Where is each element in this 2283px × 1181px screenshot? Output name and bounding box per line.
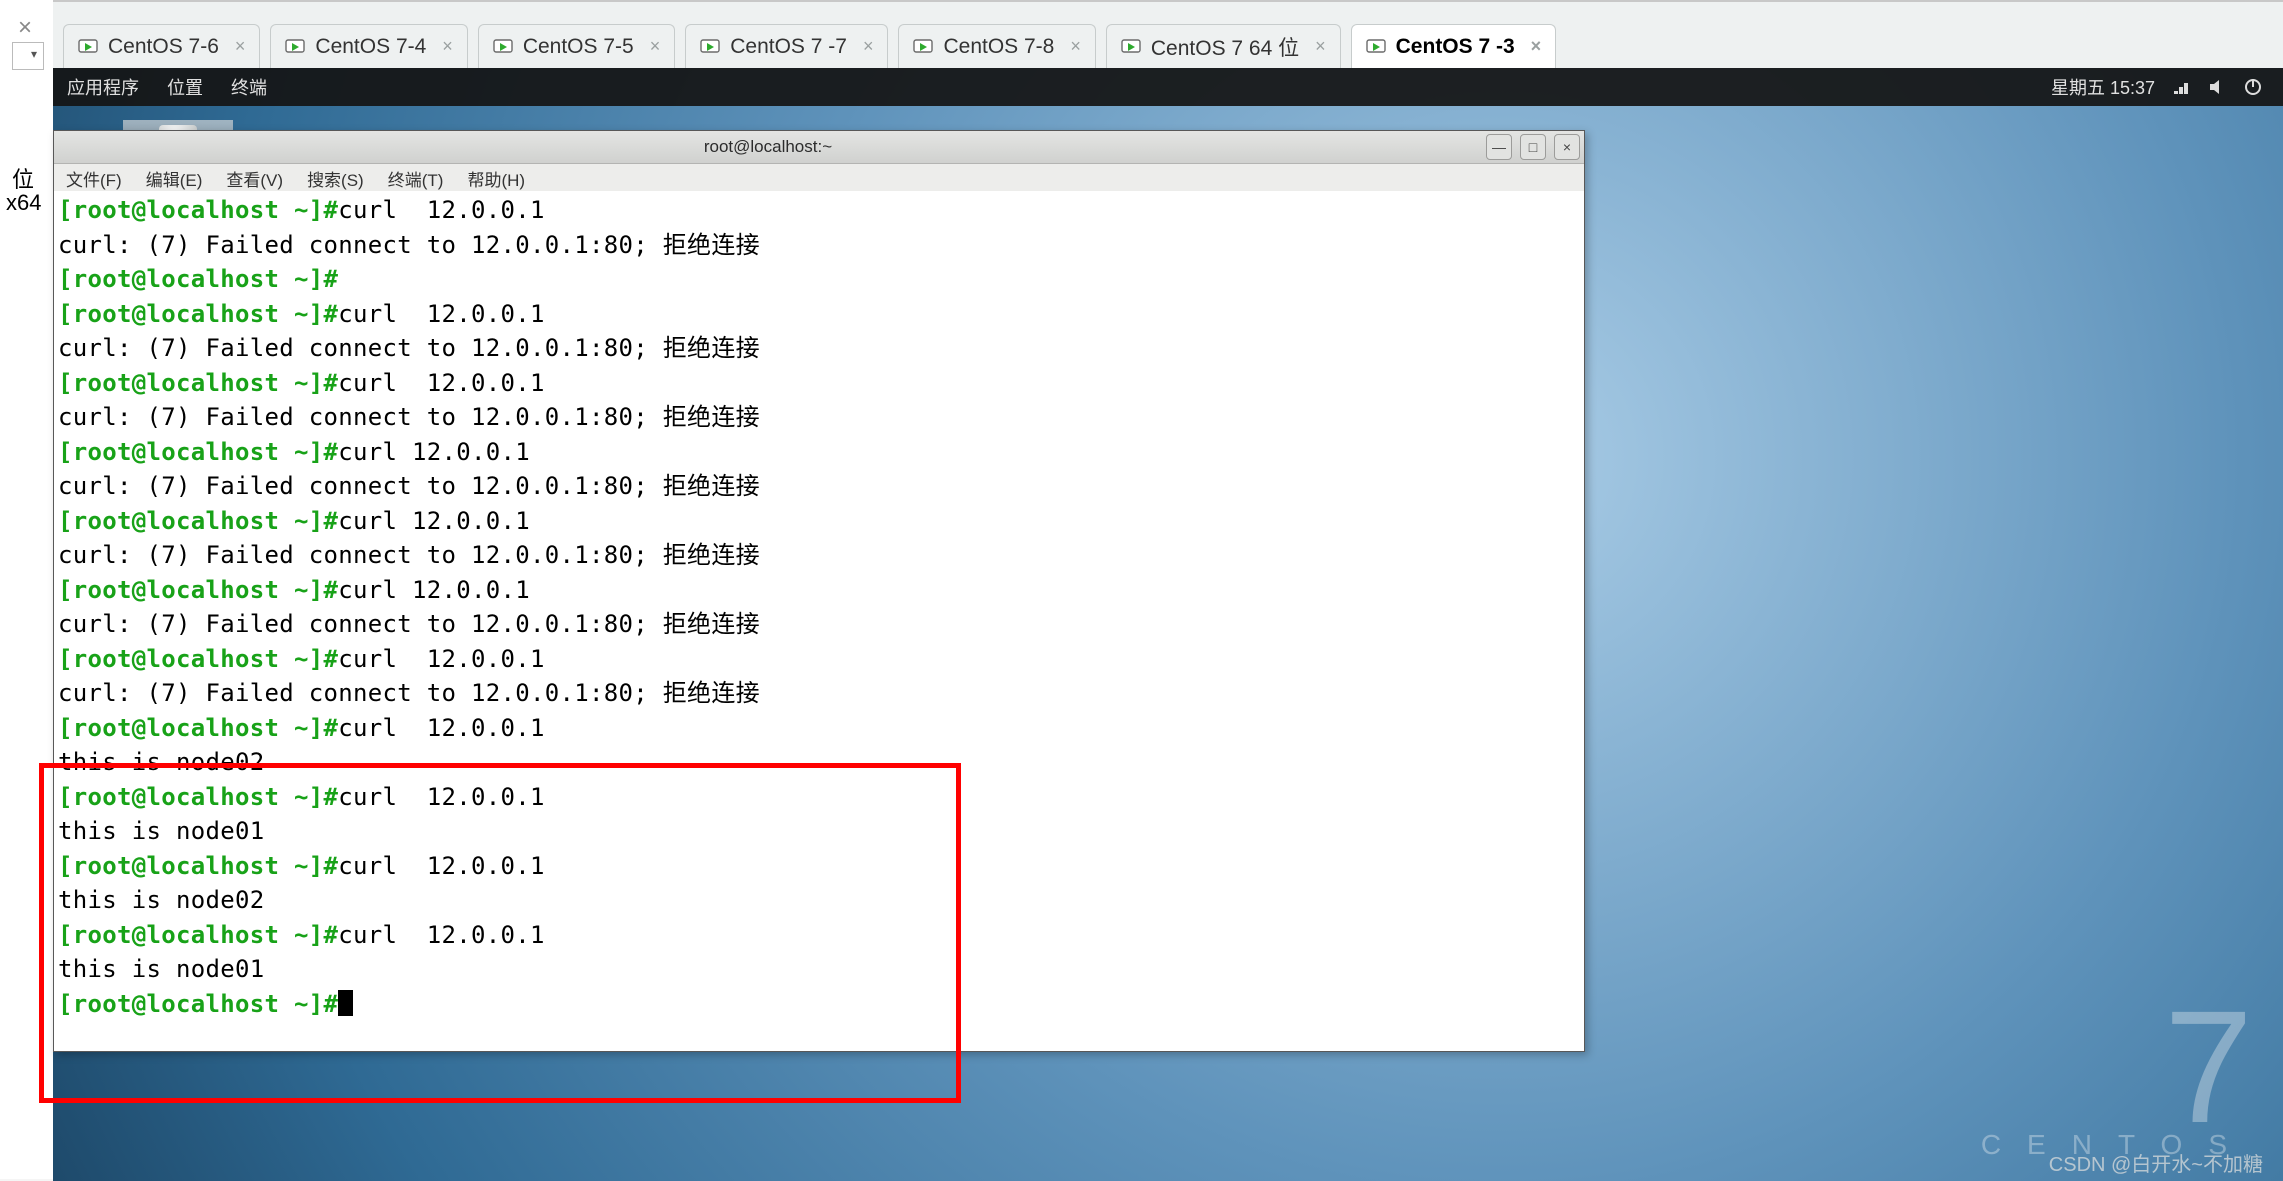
tab-close-icon[interactable]: × (442, 36, 453, 57)
vm-tab-label: CentOS 7-4 (315, 35, 426, 59)
menu-search[interactable]: 搜索(S) (295, 166, 376, 191)
menu-edit[interactable]: 编辑(E) (134, 166, 215, 191)
vm-icon (1121, 37, 1141, 57)
panel-menu-places[interactable]: 位置 (153, 74, 217, 100)
tab-close-icon[interactable]: × (863, 36, 874, 57)
network-icon[interactable] (2171, 77, 2191, 97)
tab-close-icon[interactable]: × (235, 36, 246, 57)
vm-workspace: CentOS 7-6×CentOS 7-4×CentOS 7-5×CentOS … (53, 0, 2283, 1181)
panel-clock[interactable]: 星期五 15:37 (2051, 74, 2155, 100)
panel-menu-terminal[interactable]: 终端 (217, 74, 281, 100)
vm-tab-0[interactable]: CentOS 7-6 × (63, 24, 260, 69)
vm-tab-label: CentOS 7 64 位 (1151, 32, 1299, 62)
terminal-body[interactable]: [root@localhost ~]#curl 12.0.0.1curl: (7… (54, 191, 1584, 1051)
window-close-button[interactable]: × (1554, 134, 1580, 160)
vm-icon (493, 37, 513, 57)
vm-tab-label: CentOS 7 -7 (730, 35, 847, 59)
vm-icon (285, 37, 305, 57)
vm-tab-5[interactable]: CentOS 7 64 位 × (1106, 24, 1341, 69)
host-label-x64: x64 (6, 190, 41, 216)
csdn-watermark: CSDN @白开水~不加糖 (2049, 1148, 2263, 1177)
vm-tab-6[interactable]: CentOS 7 -3 × (1351, 24, 1557, 69)
host-close-icon[interactable]: × (18, 14, 32, 42)
window-maximize-button[interactable]: □ (1520, 134, 1546, 160)
terminal-window: root@localhost:~ — □ × 文件(F) 编辑(E) 查看(V)… (53, 130, 1585, 1052)
vm-icon (700, 37, 720, 57)
terminal-menubar: 文件(F) 编辑(E) 查看(V) 搜索(S) 终端(T) 帮助(H) (54, 164, 1584, 193)
guest-desktop: 应用程序 位置 终端 星期五 15:37 root@localhost:~ — … (53, 68, 2283, 1181)
menu-file[interactable]: 文件(F) (54, 166, 134, 191)
power-icon[interactable] (2243, 77, 2263, 97)
vm-icon (913, 37, 933, 57)
vm-tabbar: CentOS 7-6×CentOS 7-4×CentOS 7-5×CentOS … (63, 24, 1556, 68)
vm-icon (1366, 37, 1386, 57)
vm-tab-2[interactable]: CentOS 7-5 × (478, 24, 675, 69)
vm-tab-label: CentOS 7-6 (108, 35, 219, 59)
vm-icon (78, 37, 98, 57)
vm-tab-label: CentOS 7-8 (943, 35, 1054, 59)
tab-close-icon[interactable]: × (1070, 36, 1081, 57)
vm-tab-label: CentOS 7 -3 (1396, 35, 1515, 59)
volume-icon[interactable] (2207, 77, 2227, 97)
vm-tab-4[interactable]: CentOS 7-8 × (898, 24, 1095, 69)
tab-close-icon[interactable]: × (1315, 36, 1326, 57)
centos-watermark: 7 CENTOS (1981, 987, 2253, 1161)
host-sidebar: × 位 x64 (0, 0, 54, 1179)
menu-help[interactable]: 帮助(H) (455, 166, 537, 191)
vm-tab-3[interactable]: CentOS 7 -7 × (685, 24, 888, 69)
terminal-titlebar[interactable]: root@localhost:~ — □ × (54, 131, 1584, 164)
tab-close-icon[interactable]: × (650, 36, 661, 57)
gnome-top-panel: 应用程序 位置 终端 星期五 15:37 (53, 68, 2283, 106)
centos-seven-glyph: 7 (1981, 987, 2253, 1147)
menu-terminal[interactable]: 终端(T) (376, 166, 456, 191)
vm-tab-label: CentOS 7-5 (523, 35, 634, 59)
terminal-title: root@localhost:~ (54, 137, 1482, 157)
vm-tab-1[interactable]: CentOS 7-4 × (270, 24, 467, 69)
window-minimize-button[interactable]: — (1486, 134, 1512, 160)
panel-menu-applications[interactable]: 应用程序 (53, 74, 153, 100)
menu-view[interactable]: 查看(V) (214, 166, 295, 191)
host-dropdown[interactable] (12, 42, 44, 70)
tab-close-icon[interactable]: × (1531, 36, 1542, 57)
